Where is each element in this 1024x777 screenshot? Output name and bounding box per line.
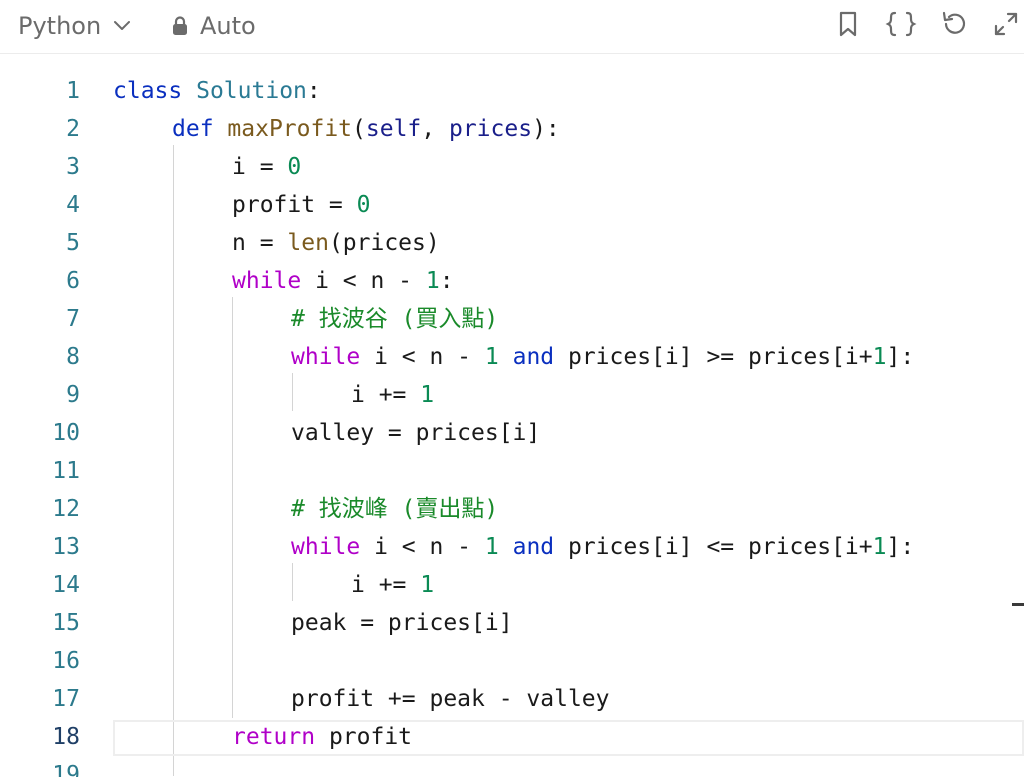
code-text: valley = prices[i] xyxy=(291,420,541,446)
line-number: 2 xyxy=(66,116,80,142)
code-line: 10 valley = prices[i] xyxy=(0,414,1024,452)
editor-toolbar: Python Auto xyxy=(0,0,1024,54)
code-text: while i < n - 1: xyxy=(232,268,454,294)
code-text: profit += peak - valley xyxy=(291,686,610,712)
code-line: 7 # 找波谷 (買入點) xyxy=(0,300,1024,338)
code-line: 19 xyxy=(0,756,1024,777)
code-text: def maxProfit(self, prices): xyxy=(172,116,560,142)
code-line: 1 class Solution: xyxy=(0,72,1024,110)
code-line: 17 profit += peak - valley xyxy=(0,680,1024,718)
line-number: 14 xyxy=(52,572,80,598)
bookmark-icon xyxy=(837,11,859,41)
braces-icon xyxy=(885,10,917,42)
line-number: 18 xyxy=(52,724,80,750)
code-line: 2 def maxProfit(self, prices): xyxy=(0,110,1024,148)
line-number: 12 xyxy=(52,496,80,522)
code-line: 14 i += 1 xyxy=(0,566,1024,604)
line-number: 7 xyxy=(66,306,80,332)
bookmark-button[interactable] xyxy=(832,10,864,42)
code-text: i += 1 xyxy=(351,382,435,408)
line-number: 10 xyxy=(52,420,80,446)
expand-icon xyxy=(992,10,1020,42)
code-line: 6 while i < n - 1: xyxy=(0,262,1024,300)
code-text: peak = prices[i] xyxy=(291,610,513,636)
line-number: 8 xyxy=(66,344,80,370)
mode-label: Auto xyxy=(200,12,256,40)
lock-icon xyxy=(172,16,188,36)
code-text: i = 0 xyxy=(232,154,302,180)
code-line: 9 i += 1 xyxy=(0,376,1024,414)
line-number: 5 xyxy=(66,230,80,256)
language-select[interactable]: Python xyxy=(18,10,131,42)
code-comment: # 找波峰 (賣出點) xyxy=(291,496,499,522)
line-number: 13 xyxy=(52,534,80,560)
fullscreen-button[interactable] xyxy=(990,10,1022,42)
line-number: 11 xyxy=(52,458,80,484)
line-number: 4 xyxy=(66,192,80,218)
line-number: 17 xyxy=(52,686,80,712)
code-text: while i < n - 1 and prices[i] >= prices[… xyxy=(291,344,915,370)
line-number: 16 xyxy=(52,648,80,674)
code-line: 11 xyxy=(0,452,1024,490)
reset-code-button[interactable] xyxy=(938,10,970,42)
code-text: i += 1 xyxy=(351,572,435,598)
code-line: 3 i = 0 xyxy=(0,148,1024,186)
format-code-button[interactable] xyxy=(885,10,917,42)
line-number: 19 xyxy=(52,762,80,777)
code-line: 16 xyxy=(0,642,1024,680)
code-text: return profit xyxy=(232,724,413,750)
undo-icon xyxy=(940,10,968,42)
scrollbar-marker[interactable] xyxy=(1012,603,1024,606)
code-line: 15 peak = prices[i] xyxy=(0,604,1024,642)
code-line: 8 while i < n - 1 and prices[i] >= price… xyxy=(0,338,1024,376)
code-line: 5 n = len(prices) xyxy=(0,224,1024,262)
code-text: profit = 0 xyxy=(232,192,371,218)
code-text: while i < n - 1 and prices[i] <= prices[… xyxy=(291,534,915,560)
line-number: 15 xyxy=(52,610,80,636)
line-number: 9 xyxy=(66,382,80,408)
line-number: 6 xyxy=(66,268,80,294)
code-line: 13 while i < n - 1 and prices[i] <= pric… xyxy=(0,528,1024,566)
line-number: 3 xyxy=(66,154,80,180)
line-number: 1 xyxy=(66,78,80,104)
code-text: class Solution: xyxy=(113,78,321,104)
code-editor[interactable]: 1 class Solution: 2 def maxProfit(self, … xyxy=(0,54,1024,777)
code-line-active: 18 return profit xyxy=(0,718,1024,756)
code-comment: # 找波谷 (買入點) xyxy=(291,306,499,332)
auto-mode-toggle[interactable]: Auto xyxy=(172,10,256,42)
code-line: 12 # 找波峰 (賣出點) xyxy=(0,490,1024,528)
chevron-down-icon xyxy=(113,20,131,32)
code-text: n = len(prices) xyxy=(232,230,440,256)
language-label: Python xyxy=(18,12,102,40)
code-line: 4 profit = 0 xyxy=(0,186,1024,224)
